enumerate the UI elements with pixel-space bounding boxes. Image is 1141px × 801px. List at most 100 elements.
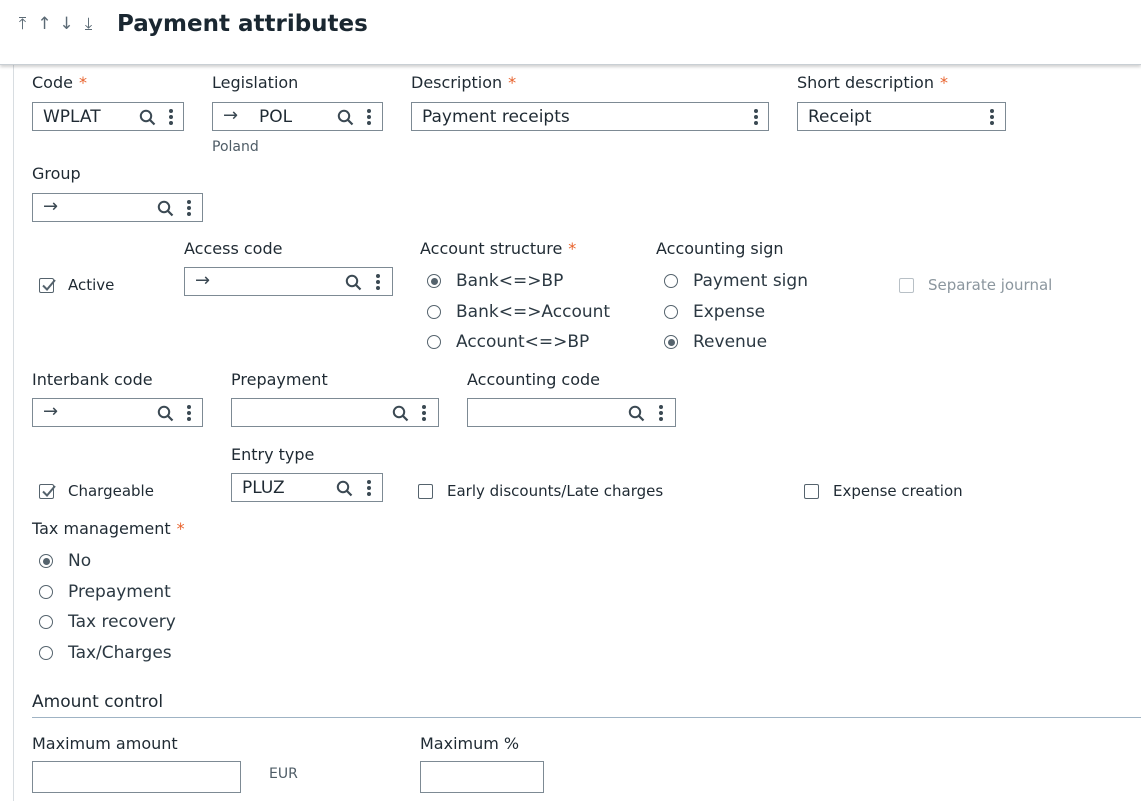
accounting-sign-option[interactable]: Expense [664,302,765,322]
early-discounts-label: Early discounts/Late charges [447,482,664,500]
more-options-icon[interactable] [366,107,372,127]
entry-type-value: PLUZ [242,478,285,498]
more-options-icon[interactable] [658,403,664,423]
radio-label: Expense [693,302,766,322]
access-code-field[interactable]: → [184,267,393,296]
more-options-icon[interactable] [375,272,381,292]
search-icon[interactable] [337,109,354,126]
required-marker: * [176,519,185,538]
search-icon[interactable] [139,109,156,126]
early-discounts-checkbox-row[interactable]: Early discounts/Late charges [418,482,663,500]
active-checkbox[interactable] [39,277,56,293]
search-icon[interactable] [157,405,174,422]
more-options-icon[interactable] [366,478,372,498]
account-structure-option[interactable]: Bank<=>Account [427,302,610,322]
separate-journal-label: Separate journal [928,276,1053,294]
radio-label: Tax/Charges [68,643,172,663]
radio-selected[interactable] [664,335,678,349]
tax-management-label: Tax management * [32,519,185,538]
tax-management-option[interactable]: Tax recovery [39,612,176,632]
code-label: Code * [32,73,87,92]
arrow-right-icon[interactable]: → [43,196,58,217]
radio-unselected[interactable] [427,335,441,349]
accounting-sign-option[interactable]: Payment sign [664,271,808,291]
prepayment-field[interactable] [231,398,439,427]
nav-prev-icon[interactable]: ↑ [36,14,53,34]
radio-unselected[interactable] [39,615,53,629]
search-icon[interactable] [336,480,353,497]
description-value: Payment receipts [422,107,570,127]
expense-creation-checkbox-row[interactable]: Expense creation [804,482,963,500]
arrow-right-icon[interactable]: → [195,270,210,291]
nav-first-icon[interactable]: ⤒ [14,14,31,34]
radio-unselected[interactable] [39,646,53,660]
radio-label: No [68,551,92,571]
expense-creation-checkbox[interactable] [804,483,819,499]
required-marker: * [78,73,87,92]
amount-control-section-title: Amount control [32,692,164,712]
radio-unselected[interactable] [664,274,678,288]
active-checkbox-row[interactable]: Active [39,276,114,294]
legislation-label: Legislation [212,73,299,92]
maximum-percent-field[interactable] [420,761,544,793]
interbank-code-field[interactable]: → [32,398,203,427]
radio-selected[interactable] [39,554,53,568]
radio-label: Prepayment [68,582,171,602]
nav-next-icon[interactable]: ↓ [58,14,75,34]
more-options-icon[interactable] [989,107,995,127]
radio-label: Payment sign [693,271,808,291]
arrow-right-icon[interactable]: → [223,105,238,126]
legislation-field[interactable]: → POL [212,102,383,131]
entry-type-label: Entry type [231,445,315,464]
arrow-right-icon[interactable]: → [43,401,58,422]
more-options-icon[interactable] [186,403,192,423]
short-description-value: Receipt [808,107,872,127]
accounting-code-field[interactable] [467,398,676,427]
radio-label: Revenue [693,332,768,352]
nav-last-icon[interactable]: ⤓ [80,14,97,34]
description-label: Description * [411,73,517,92]
search-icon[interactable] [392,405,409,422]
separate-journal-checkbox[interactable] [899,277,914,293]
radio-selected[interactable] [427,274,441,288]
accounting-sign-option[interactable]: Revenue [664,332,767,352]
account-structure-option[interactable]: Bank<=>BP [427,271,563,291]
description-field[interactable]: Payment receipts [411,102,769,131]
radio-label: Bank<=>Account [456,302,611,322]
account-structure-label: Account structure * [420,239,577,258]
accounting-sign-label: Accounting sign [656,239,784,258]
tax-management-option[interactable]: Prepayment [39,582,171,602]
maximum-amount-field[interactable] [32,761,241,793]
entry-type-field[interactable]: PLUZ [231,473,383,502]
tax-management-option[interactable]: No [39,551,91,571]
account-structure-option[interactable]: Account<=>BP [427,332,589,352]
accounting-code-label: Accounting code [467,370,601,389]
more-options-icon[interactable] [186,198,192,218]
radio-unselected[interactable] [664,305,678,319]
section-divider [32,717,1141,718]
code-value: WPLAT [43,107,101,127]
radio-label: Tax recovery [68,612,176,632]
required-marker: * [508,73,517,92]
search-icon[interactable] [628,405,645,422]
search-icon[interactable] [345,274,362,291]
more-options-icon[interactable] [753,107,759,127]
maximum-amount-label: Maximum amount [32,734,178,753]
chargeable-checkbox[interactable] [39,483,56,499]
tax-management-option[interactable]: Tax/Charges [39,643,172,663]
required-marker: * [939,73,948,92]
search-icon[interactable] [157,200,174,217]
early-discounts-checkbox[interactable] [418,483,433,499]
more-options-icon[interactable] [421,403,427,423]
more-options-icon[interactable] [168,107,174,127]
code-field[interactable]: WPLAT [32,102,184,131]
short-description-field[interactable]: Receipt [797,102,1006,131]
separate-journal-checkbox-row[interactable]: Separate journal [899,276,1052,294]
radio-label: Account<=>BP [456,332,590,352]
chargeable-checkbox-row[interactable]: Chargeable [39,482,154,500]
group-field[interactable]: → [32,193,203,222]
record-navigation: ⤒ ↑ ↓ ⤓ [14,14,97,34]
radio-unselected[interactable] [427,305,441,319]
radio-label: Bank<=>BP [456,271,564,291]
radio-unselected[interactable] [39,585,53,599]
